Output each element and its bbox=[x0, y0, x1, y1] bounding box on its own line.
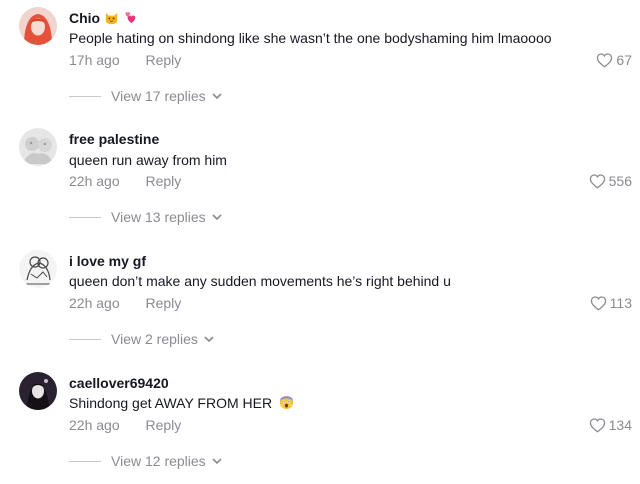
chevron-down-icon bbox=[204, 335, 214, 342]
view-replies-label: View 12 replies bbox=[111, 453, 206, 469]
chevron-down-icon bbox=[212, 457, 222, 464]
comment-meta: 22h ago Reply bbox=[69, 416, 181, 434]
like-button[interactable]: 67 bbox=[596, 51, 632, 69]
comment-timestamp: 17h ago bbox=[69, 52, 120, 68]
view-replies-label: View 17 replies bbox=[111, 88, 206, 104]
heart-icon bbox=[597, 53, 613, 68]
like-count: 113 bbox=[609, 295, 632, 311]
comment-username[interactable]: caellover69420 bbox=[69, 374, 169, 392]
avatar[interactable] bbox=[19, 250, 57, 288]
chevron-down-icon bbox=[212, 92, 222, 99]
view-replies-button[interactable]: View 17 replies bbox=[69, 88, 222, 104]
comment-text: queen don’t make any sudden movements he… bbox=[69, 273, 451, 289]
avatar[interactable] bbox=[19, 372, 57, 410]
avatar[interactable] bbox=[19, 7, 57, 45]
comment-timestamp: 22h ago bbox=[69, 295, 120, 311]
comment-text: People hating on shindong like she wasn’… bbox=[69, 30, 552, 46]
comment-text: Shindong get AWAY FROM HER bbox=[69, 394, 294, 414]
reply-button[interactable]: Reply bbox=[146, 417, 182, 433]
reply-button[interactable]: Reply bbox=[146, 173, 182, 189]
comment-meta: 17h ago Reply bbox=[69, 51, 181, 69]
heart-icon bbox=[589, 418, 605, 433]
reply-button[interactable]: Reply bbox=[146, 295, 182, 311]
view-replies-label: View 2 replies bbox=[111, 331, 198, 347]
comment-meta: 22h ago Reply bbox=[69, 172, 181, 190]
reply-button[interactable]: Reply bbox=[146, 52, 182, 68]
comments-list: Chio People hating on shindong like she … bbox=[0, 0, 640, 484]
comment-username[interactable]: Chio bbox=[69, 9, 138, 29]
comment-timestamp: 22h ago bbox=[69, 173, 120, 189]
cat-face-emoji bbox=[104, 10, 119, 29]
like-button[interactable]: 113 bbox=[590, 294, 632, 312]
comment-username[interactable]: free palestine bbox=[69, 130, 159, 148]
heart-icon bbox=[590, 296, 606, 311]
view-replies-button[interactable]: View 13 replies bbox=[69, 209, 222, 225]
comment-text: queen run away from him bbox=[69, 152, 227, 168]
heart-icon bbox=[589, 174, 605, 189]
view-replies-button[interactable]: View 2 replies bbox=[69, 331, 214, 347]
like-button[interactable]: 134 bbox=[589, 416, 632, 434]
like-button[interactable]: 556 bbox=[589, 172, 632, 190]
comment-username[interactable]: i love my gf bbox=[69, 252, 146, 270]
two-hearts-emoji bbox=[123, 10, 138, 29]
avatar[interactable] bbox=[19, 128, 57, 166]
view-replies-label: View 13 replies bbox=[111, 209, 206, 225]
divider-line bbox=[69, 338, 101, 340]
scream-emoji bbox=[279, 395, 294, 414]
comment-timestamp: 22h ago bbox=[69, 417, 120, 433]
comment-meta: 22h ago Reply bbox=[69, 294, 181, 312]
like-count: 556 bbox=[608, 173, 632, 189]
chevron-down-icon bbox=[212, 213, 222, 220]
divider-line bbox=[69, 216, 101, 218]
divider-line bbox=[69, 460, 101, 462]
like-count: 67 bbox=[616, 52, 632, 68]
view-replies-button[interactable]: View 12 replies bbox=[69, 453, 222, 469]
like-count: 134 bbox=[608, 417, 632, 433]
divider-line bbox=[69, 95, 101, 97]
